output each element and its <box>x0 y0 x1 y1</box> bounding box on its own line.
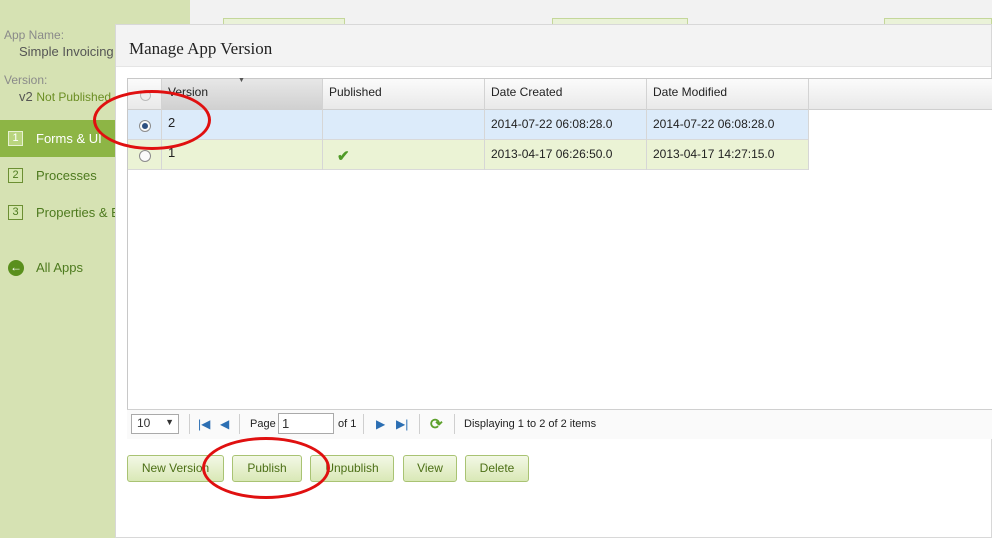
all-apps-label: All Apps <box>36 260 83 275</box>
select-all-radio-icon <box>140 90 151 101</box>
pager-divider <box>363 414 364 434</box>
dialog-header: Manage App Version <box>116 25 991 67</box>
column-header-version[interactable]: ▼ Version <box>162 77 323 110</box>
column-header-label: Date Created <box>491 85 563 99</box>
first-page-icon[interactable]: |◀ <box>198 417 210 431</box>
last-page-icon[interactable]: ▶| <box>396 417 408 431</box>
column-header-date-created[interactable]: Date Created <box>485 79 647 110</box>
background-toolbar <box>190 0 992 25</box>
published-check-icon: ✔ <box>337 148 350 165</box>
app-window: App Name: Simple Invoicing Version: v2 N… <box>0 0 992 538</box>
grid-header: ▼ Version Published Date Created Date Mo… <box>128 77 992 110</box>
page-size-select[interactable]: 10 ▼ <box>131 414 179 434</box>
date-created-cell: 2013-04-17 06:26:50.0 <box>485 140 647 170</box>
date-modified-cell: 2013-04-17 14:27:15.0 <box>647 140 809 170</box>
pager-display-text: Displaying 1 to 2 of 2 items <box>464 418 597 430</box>
dialog-title: Manage App Version <box>129 39 273 58</box>
row-select-radio[interactable] <box>139 120 151 132</box>
step-number-icon: 3 <box>8 205 23 220</box>
page-number-input[interactable]: 1 <box>278 413 334 434</box>
next-page-icon[interactable]: ▶ <box>376 417 385 431</box>
published-cell <box>323 110 485 140</box>
select-cell[interactable] <box>128 110 162 140</box>
sidebar-item-label: Processes <box>36 168 97 183</box>
new-version-button[interactable]: New Version <box>127 455 224 482</box>
version-status: Not Published <box>36 90 112 104</box>
row-select-radio[interactable] <box>139 150 151 162</box>
pager-divider <box>189 414 190 434</box>
sidebar-item-label: Forms & UI <box>36 131 102 146</box>
sidebar-item-label: Properties & E <box>36 205 120 220</box>
table-row[interactable]: 1 ✔ 2013-04-17 06:26:50.0 2013-04-17 14:… <box>128 140 809 170</box>
version-grid: ▼ Version Published Date Created Date Mo… <box>127 77 992 439</box>
column-header-published[interactable]: Published <box>323 79 485 110</box>
manage-app-version-dialog: Manage App Version ▼ Version Published D… <box>115 24 992 538</box>
version-cell: 1 <box>162 140 323 170</box>
select-cell[interactable] <box>128 140 162 170</box>
page-of-label: of 1 <box>338 418 357 430</box>
sort-indicator-icon: ▼ <box>238 77 245 84</box>
pager-divider <box>239 414 240 434</box>
chevron-down-icon: ▼ <box>165 417 174 427</box>
date-created-cell: 2014-07-22 06:08:28.0 <box>485 110 647 140</box>
action-buttons: New Version Publish Unpublish View Delet… <box>127 455 987 485</box>
step-number-icon: 2 <box>8 168 23 183</box>
delete-button[interactable]: Delete <box>465 455 529 482</box>
back-arrow-icon: ← <box>8 259 24 276</box>
column-header-date-modified[interactable]: Date Modified <box>647 79 809 110</box>
unpublish-button[interactable]: Unpublish <box>310 455 394 482</box>
version-value: v2 <box>19 89 33 104</box>
pager-divider <box>454 414 455 434</box>
refresh-icon[interactable]: ⟳ <box>430 415 443 433</box>
version-cell: 2 <box>162 110 323 140</box>
column-header-label: Version <box>168 85 209 99</box>
select-column-header <box>128 79 162 110</box>
page-label: Page <box>250 418 276 430</box>
view-button[interactable]: View <box>403 455 457 482</box>
published-cell: ✔ <box>323 140 485 170</box>
date-modified-cell: 2014-07-22 06:08:28.0 <box>647 110 809 140</box>
step-number-icon: 1 <box>8 131 23 146</box>
column-header-label: Published <box>329 85 382 99</box>
table-row[interactable]: 2 2014-07-22 06:08:28.0 2014-07-22 06:08… <box>128 110 809 140</box>
publish-button[interactable]: Publish <box>232 455 302 482</box>
page-size-value: 10 <box>137 416 151 430</box>
column-header-label: Date Modified <box>653 85 728 99</box>
prev-page-icon[interactable]: ◀ <box>220 417 229 431</box>
grid-pager: 10 ▼ |◀ ◀ Page 1 of 1 ▶ ▶| ⟳ Displaying … <box>127 409 992 439</box>
pager-divider <box>419 414 420 434</box>
